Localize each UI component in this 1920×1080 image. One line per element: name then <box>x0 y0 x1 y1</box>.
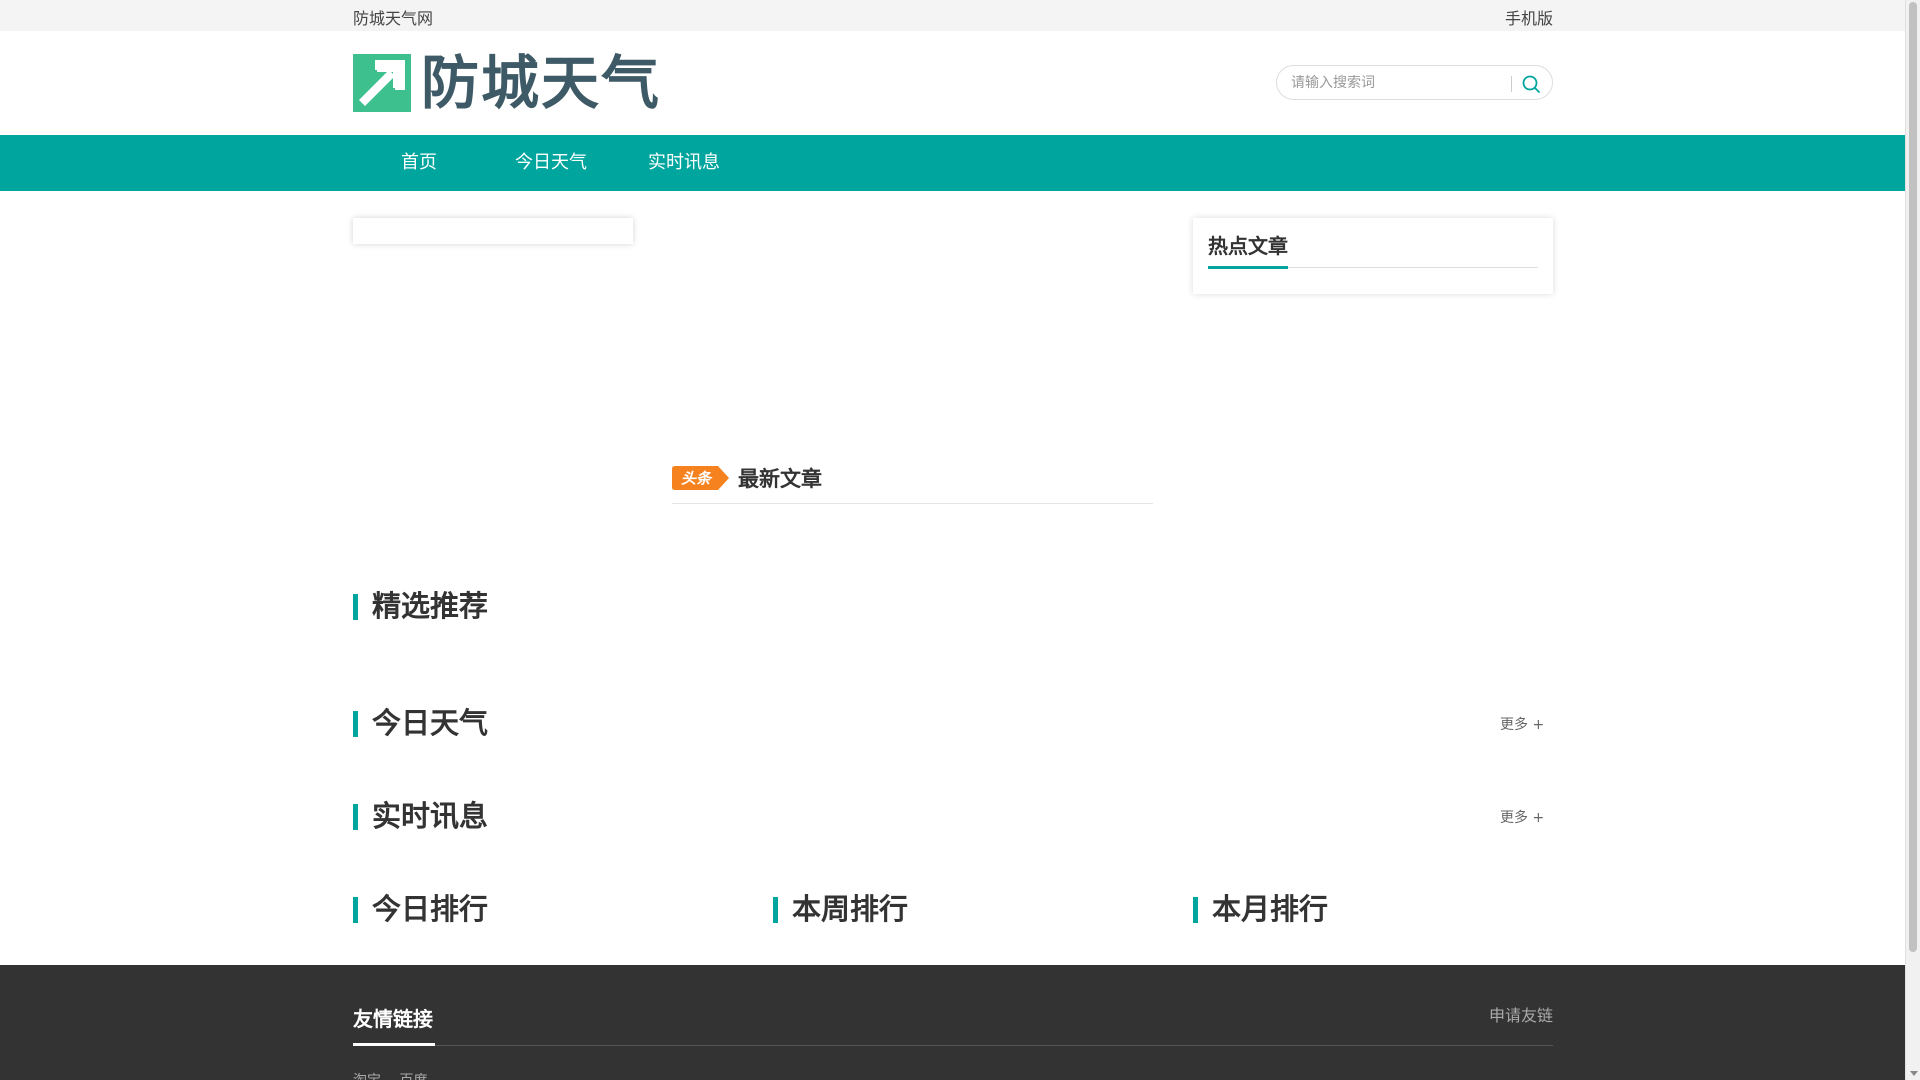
search-input[interactable] <box>1291 73 1511 93</box>
more-realtime-link[interactable]: 更多 + <box>1500 807 1544 827</box>
section-bar <box>1193 897 1198 923</box>
apply-friend-link[interactable]: 申请友链 <box>1489 1002 1553 1026</box>
section-rank-today: 今日排行 <box>353 892 488 926</box>
section-bar <box>353 897 358 923</box>
search-divider <box>1511 76 1512 92</box>
section-today-weather-title: 今日天气 <box>372 706 489 740</box>
section-bar <box>353 711 358 737</box>
hot-articles-title: 热点文章 <box>1208 234 1288 258</box>
section-rank-week: 本周排行 <box>773 892 908 926</box>
site-logo[interactable]: 防城天气 <box>353 51 661 115</box>
friend-link[interactable]: 百度 <box>399 1073 427 1080</box>
hot-articles-panel: 热点文章 <box>1193 218 1553 294</box>
site-name: 防城天气网 <box>353 9 434 28</box>
section-today-weather: 今日天气 <box>353 706 488 740</box>
search-icon[interactable] <box>1520 73 1542 95</box>
vertical-scrollbar[interactable] <box>1905 0 1920 1080</box>
main-nav: 首页 今日天气 实时讯息 <box>0 135 1905 191</box>
hot-articles-underline <box>1208 266 1288 269</box>
logo-arrow-icon <box>353 54 411 112</box>
latest-articles-header: 头条 最新文章 <box>672 462 1153 504</box>
footer: 友情链接 申请友链 淘宝 百度 <box>0 965 1905 1080</box>
friend-links-title: 友情链接 <box>353 1007 433 1031</box>
section-realtime-title: 实时讯息 <box>372 799 489 833</box>
section-bar <box>773 897 778 923</box>
mobile-version-link[interactable]: 手机版 <box>1505 5 1553 29</box>
section-bar <box>353 804 358 830</box>
section-rank-week-title: 本周排行 <box>792 892 909 926</box>
section-realtime: 实时讯息 <box>353 799 488 833</box>
nav-item-home[interactable]: 首页 <box>359 135 479 191</box>
friend-links-underline <box>353 1043 435 1046</box>
search-box <box>1276 65 1553 100</box>
section-bar <box>353 594 358 620</box>
section-featured: 精选推荐 <box>353 589 488 623</box>
nav-item-realtime[interactable]: 实时讯息 <box>624 135 744 191</box>
friend-links-list: 淘宝 百度 <box>353 1070 441 1080</box>
friend-link[interactable]: 淘宝 <box>353 1073 381 1080</box>
headline-badge-icon: 头条 <box>672 466 729 490</box>
friend-links-divider <box>353 1045 1553 1046</box>
logo-text: 防城天气 <box>421 49 662 117</box>
scrollbar-thumb[interactable] <box>1909 2 1917 952</box>
top-bar: 防城天气网 手机版 <box>0 0 1905 31</box>
section-rank-today-title: 今日排行 <box>372 892 489 926</box>
section-featured-title: 精选推荐 <box>372 589 489 623</box>
image-slider[interactable] <box>353 218 633 244</box>
section-rank-month-title: 本月排行 <box>1212 892 1329 926</box>
section-rank-month: 本月排行 <box>1193 892 1328 926</box>
latest-articles-title: 最新文章 <box>738 467 822 491</box>
headline-badge-text: 头条 <box>681 470 713 488</box>
header: 防城天气 <box>353 31 1553 135</box>
nav-item-today-weather[interactable]: 今日天气 <box>491 135 611 191</box>
more-today-weather-link[interactable]: 更多 + <box>1500 714 1544 734</box>
scroll-down-arrow-icon[interactable] <box>1910 1071 1918 1076</box>
